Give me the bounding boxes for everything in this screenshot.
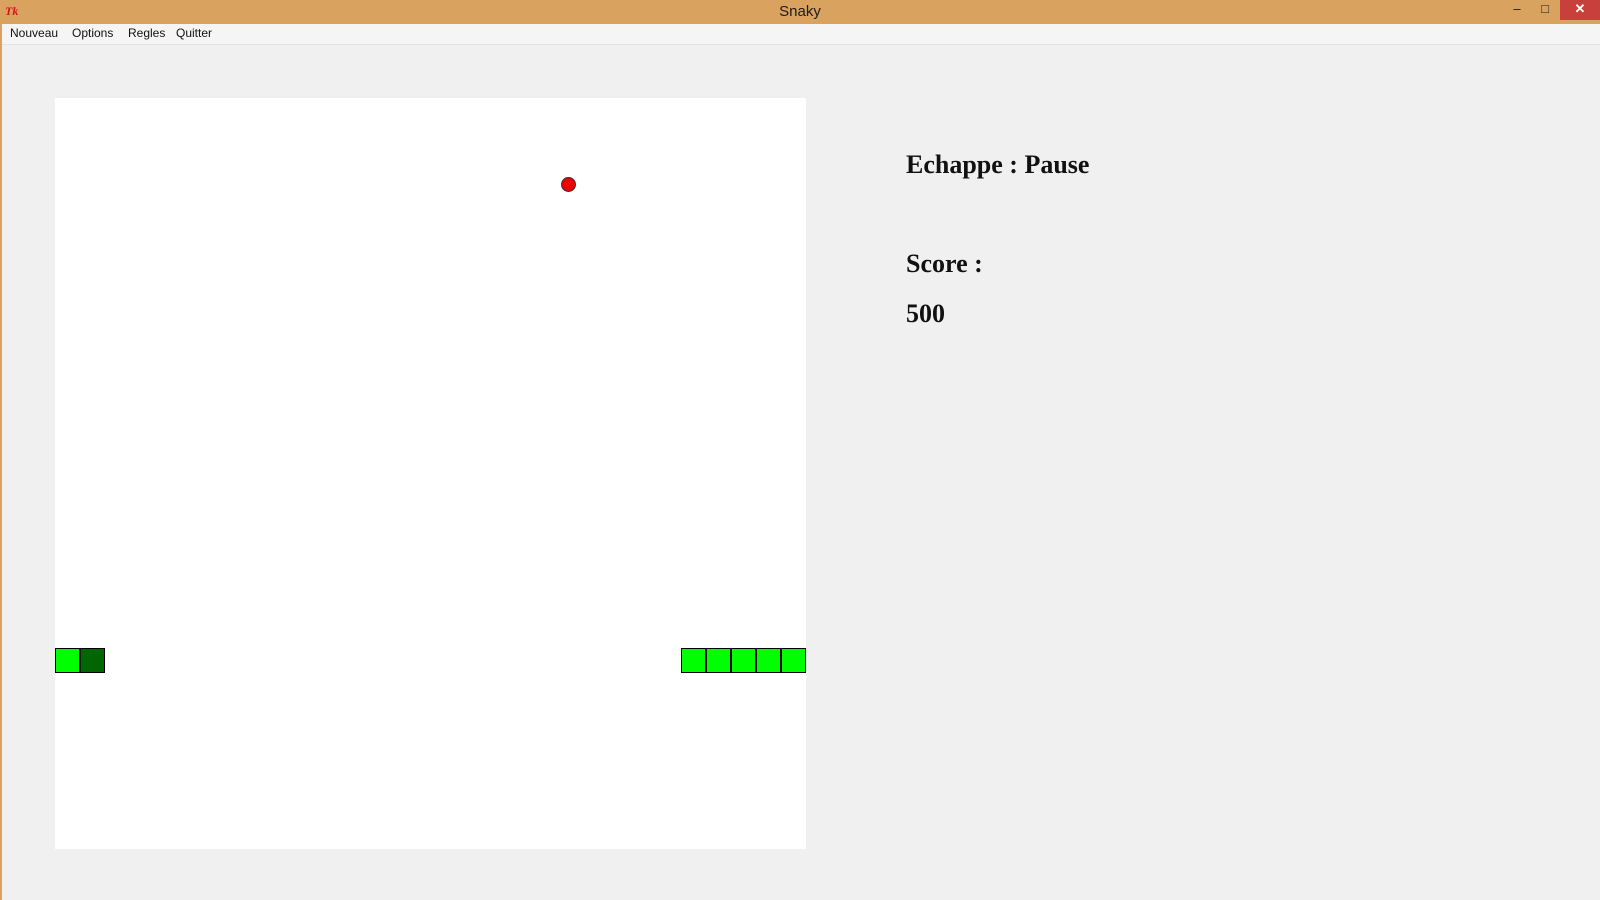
game-board[interactable] [55, 98, 806, 849]
snake-segment [706, 648, 731, 673]
snake-segment [681, 648, 706, 673]
menu-rules[interactable]: Regles [128, 26, 165, 40]
menu-quit[interactable]: Quitter [176, 26, 212, 40]
menu-options[interactable]: Options [72, 26, 113, 40]
snake-segment [731, 648, 756, 673]
menu-new-game[interactable]: Nouveau [10, 26, 58, 40]
window-title: Snaky [779, 3, 821, 20]
close-icon[interactable]: ✕ [1560, 0, 1600, 20]
score-label: Score : [906, 249, 983, 278]
food-apple [561, 177, 576, 192]
pause-hint: Echappe : Pause [906, 150, 1090, 179]
snake-segment [756, 648, 781, 673]
score-value: 500 [906, 299, 945, 328]
snake-segment [55, 648, 80, 673]
maximize-icon[interactable]: □ [1532, 0, 1558, 20]
minimize-icon[interactable]: – [1504, 0, 1530, 20]
snake-head [80, 648, 105, 673]
snake-segment [781, 648, 806, 673]
title-bar[interactable]: Tk Snaky – □ ✕ [0, 0, 1600, 24]
menu-bar: Nouveau Options Regles Quitter [2, 24, 1600, 45]
window-frame [0, 24, 2, 900]
